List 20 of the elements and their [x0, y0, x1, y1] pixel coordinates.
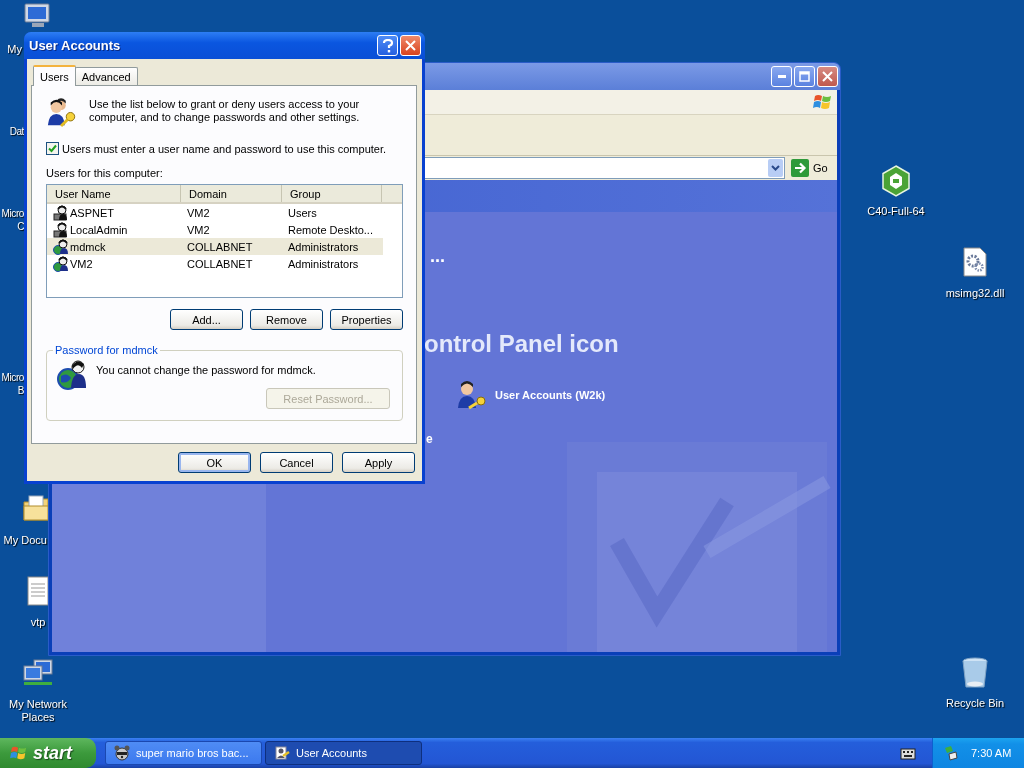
table-cell-text: Users — [287, 206, 318, 219]
table-cell-text: COLLABNET — [186, 240, 254, 253]
table-cell: ASPNET — [70, 206, 114, 219]
table-cell-text: VM2 — [186, 206, 211, 219]
text-fragment: e — [426, 432, 433, 446]
group-title: Password for mdmck — [54, 344, 159, 356]
table-cell-text: Administrators — [287, 257, 360, 270]
window-title: User Accounts — [29, 38, 122, 53]
message-text: You cannot change the password for mdmck. — [96, 363, 316, 376]
list-label: Users for this computer: — [46, 167, 164, 179]
table-cell: mdmck — [70, 240, 106, 253]
table-cell-text: COLLABNET — [186, 257, 254, 270]
text-fragment: ... — [430, 246, 445, 267]
table-cell-text: Remote Deskto... — [287, 223, 374, 236]
page-heading: ontrol Panel icon — [424, 330, 619, 358]
table-cell-text: VM2 — [186, 223, 211, 236]
description-text: Use the list below to grant or deny users access to your computer, and to change passwords and other settings. — [89, 97, 361, 124]
table-cell: VM2 — [70, 257, 93, 270]
table-cell-text: Administrators — [287, 240, 360, 253]
table-cell: LocalAdmin — [70, 223, 128, 236]
